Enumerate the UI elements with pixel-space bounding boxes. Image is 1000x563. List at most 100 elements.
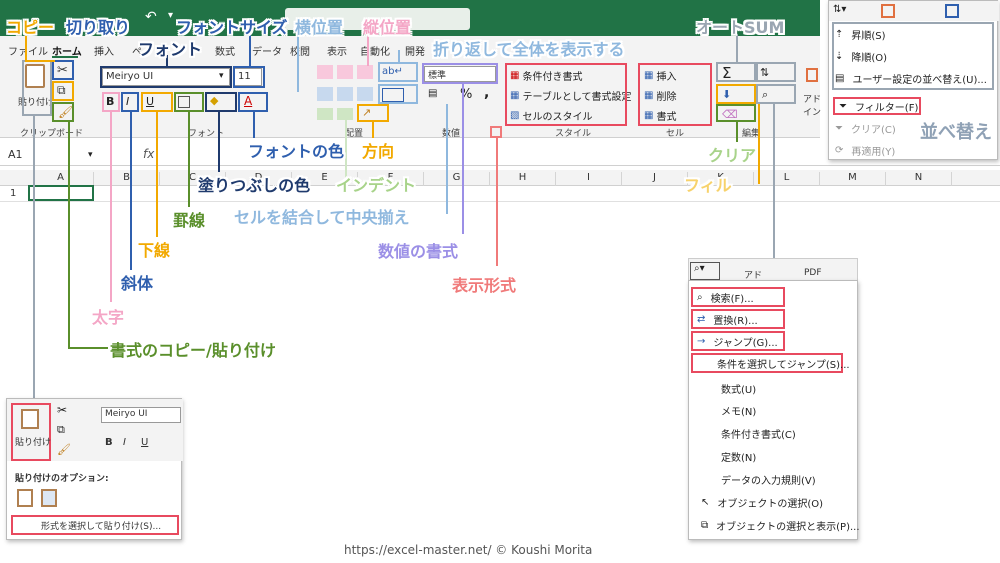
column-header-j[interactable]: J xyxy=(622,172,688,186)
paste-menu-italic[interactable]: I xyxy=(123,437,126,448)
goto-item[interactable]: → ジャンプ(G)... xyxy=(691,331,785,351)
constants-label: 定数(N) xyxy=(721,453,757,464)
paste-menu-paste-label: 貼り付け xyxy=(15,438,52,448)
align-bottom-icon[interactable] xyxy=(357,65,373,79)
paste-menu-underline[interactable]: U xyxy=(141,437,148,448)
align-left-icon[interactable] xyxy=(317,87,333,101)
find-item[interactable]: ⌕ 検索(F)... xyxy=(691,287,785,307)
paste-menu-copy-icon[interactable]: ⧉ xyxy=(57,423,65,437)
selected-cell-a1[interactable] xyxy=(28,185,94,201)
column-header-a[interactable]: A xyxy=(28,172,94,186)
formulas-label: 数式(U) xyxy=(721,385,757,396)
cell-reference-box[interactable]: A1 xyxy=(8,148,23,161)
sort-menu-pdf-icon xyxy=(945,4,959,18)
line-wrap xyxy=(398,50,400,62)
addin-icon[interactable] xyxy=(806,68,818,82)
annotation-border: 罫線 xyxy=(173,211,206,230)
sort-menu-button-icon[interactable]: ⇅▾ xyxy=(833,4,846,15)
annotation-italic: 斜体 xyxy=(121,274,154,293)
align-middle-icon[interactable] xyxy=(337,65,353,79)
goto-special-item[interactable]: 条件を選択してジャンプ(S)... xyxy=(691,353,850,373)
line-find xyxy=(773,104,775,260)
annotation-indent: インデント xyxy=(336,176,417,195)
highlight-autosum xyxy=(716,62,756,82)
highlight-border xyxy=(174,92,204,112)
highlight-underline xyxy=(141,92,173,112)
clear-filter-label: クリア(C) xyxy=(851,125,896,136)
annotation-v-align: 縦位置 xyxy=(363,18,412,37)
undo-icon[interactable]: ↶ xyxy=(145,9,157,25)
line-border xyxy=(188,112,190,207)
align-center-icon[interactable] xyxy=(337,87,353,101)
highlight-merge xyxy=(378,84,418,104)
tab-developer[interactable]: 開発 xyxy=(405,43,425,58)
paste-menu-painter-icon[interactable]: 🖌 xyxy=(57,443,71,456)
notes-item[interactable]: メモ(N) xyxy=(721,403,756,418)
align-top-icon[interactable] xyxy=(317,65,333,79)
column-header-b[interactable]: B xyxy=(94,172,160,186)
line-paste xyxy=(33,116,35,400)
group-number-label: 数値 xyxy=(442,129,461,139)
select-objects-icon: ↖ xyxy=(701,497,710,508)
tab-automate[interactable]: 自動化 xyxy=(360,43,390,58)
paste-menu-bold[interactable]: B xyxy=(105,437,113,448)
indent-increase-icon[interactable] xyxy=(337,108,353,120)
sort-menu-addin-icon xyxy=(881,4,895,18)
paste-option-icon-2[interactable] xyxy=(41,489,57,507)
comma-button[interactable]: , xyxy=(484,85,489,101)
annotation-font: フォント xyxy=(138,40,203,59)
selection-pane-item[interactable]: ⧉ オブジェクトの選択と表示(P)... xyxy=(701,518,860,533)
column-header-i[interactable]: I xyxy=(556,172,622,186)
formulas-item[interactable]: 数式(U) xyxy=(721,381,756,396)
tab-data[interactable]: データ xyxy=(252,43,282,58)
column-header-h[interactable]: H xyxy=(490,172,556,186)
column-header-m[interactable]: M xyxy=(820,172,886,186)
tab-home-underline xyxy=(52,56,78,58)
column-header-n[interactable]: N xyxy=(886,172,952,186)
highlight-font-color xyxy=(238,92,268,112)
filter-icon: ⏷ xyxy=(839,100,847,112)
tab-review[interactable]: 校閲 xyxy=(290,43,310,58)
row-1-line xyxy=(0,201,1000,202)
paste-option-icon-1[interactable] xyxy=(17,489,33,507)
annotation-underline: 下線 xyxy=(138,241,171,260)
indent-decrease-icon[interactable] xyxy=(317,108,333,120)
goto-arrow-icon: → xyxy=(697,335,706,347)
align-right-icon[interactable] xyxy=(357,87,373,101)
annotation-copy: コピー xyxy=(6,18,55,37)
select-objects-item[interactable]: ↖ オブジェクトの選択(O) xyxy=(701,495,823,510)
column-header-g[interactable]: G xyxy=(424,172,490,186)
group-align-label: 配置 xyxy=(345,129,364,139)
cond-format-select-item[interactable]: 条件付き書式(C) xyxy=(721,426,796,441)
tab-formulas[interactable]: 数式 xyxy=(215,43,235,58)
paste-menu-scissors-icon[interactable]: ✂ xyxy=(57,403,67,417)
validation-item[interactable]: データの入力規則(V) xyxy=(721,472,816,487)
qat-dropdown-icon[interactable]: ▾ xyxy=(168,10,173,21)
reapply-icon: ⟳ xyxy=(835,145,844,156)
tab-insert[interactable]: 挿入 xyxy=(94,43,114,58)
filter-item[interactable]: ⏷ フィルター(F) xyxy=(833,97,921,115)
constants-item[interactable]: 定数(N) xyxy=(721,449,756,464)
row-header-1[interactable]: 1 xyxy=(10,188,16,199)
find-menu-button[interactable]: ⌕▾ xyxy=(690,262,720,280)
reapply-item[interactable]: ⟳ 再適用(Y) xyxy=(835,143,895,158)
annotation-orientation: 方向 xyxy=(362,142,395,161)
annotation-cut: 切り取り xyxy=(66,18,131,37)
tab-view[interactable]: 表示 xyxy=(327,43,347,58)
tab-file[interactable]: ファイル xyxy=(8,43,48,58)
fx-icon[interactable]: fx xyxy=(143,147,154,161)
annotation-number-format: 数値の書式 xyxy=(378,242,459,261)
annotation-clear: クリア xyxy=(708,146,757,165)
line-font-color xyxy=(253,112,255,138)
line-underline xyxy=(156,112,158,237)
name-box-dropdown-icon[interactable]: ▾ xyxy=(88,150,93,160)
annotation-wrap: 折り返して全体を表示する xyxy=(433,40,625,59)
clear-filter-item[interactable]: ⏷ クリア(C) xyxy=(835,121,896,136)
highlight-fill xyxy=(716,84,756,104)
column-header-l[interactable]: L xyxy=(754,172,820,186)
reapply-label: 再適用(Y) xyxy=(851,147,896,158)
line-clear xyxy=(736,122,738,142)
highlight-sort xyxy=(756,62,796,82)
accounting-format-icon[interactable]: ▤ xyxy=(428,88,437,99)
replace-item[interactable]: ⇄ 置換(R)... xyxy=(691,309,785,329)
